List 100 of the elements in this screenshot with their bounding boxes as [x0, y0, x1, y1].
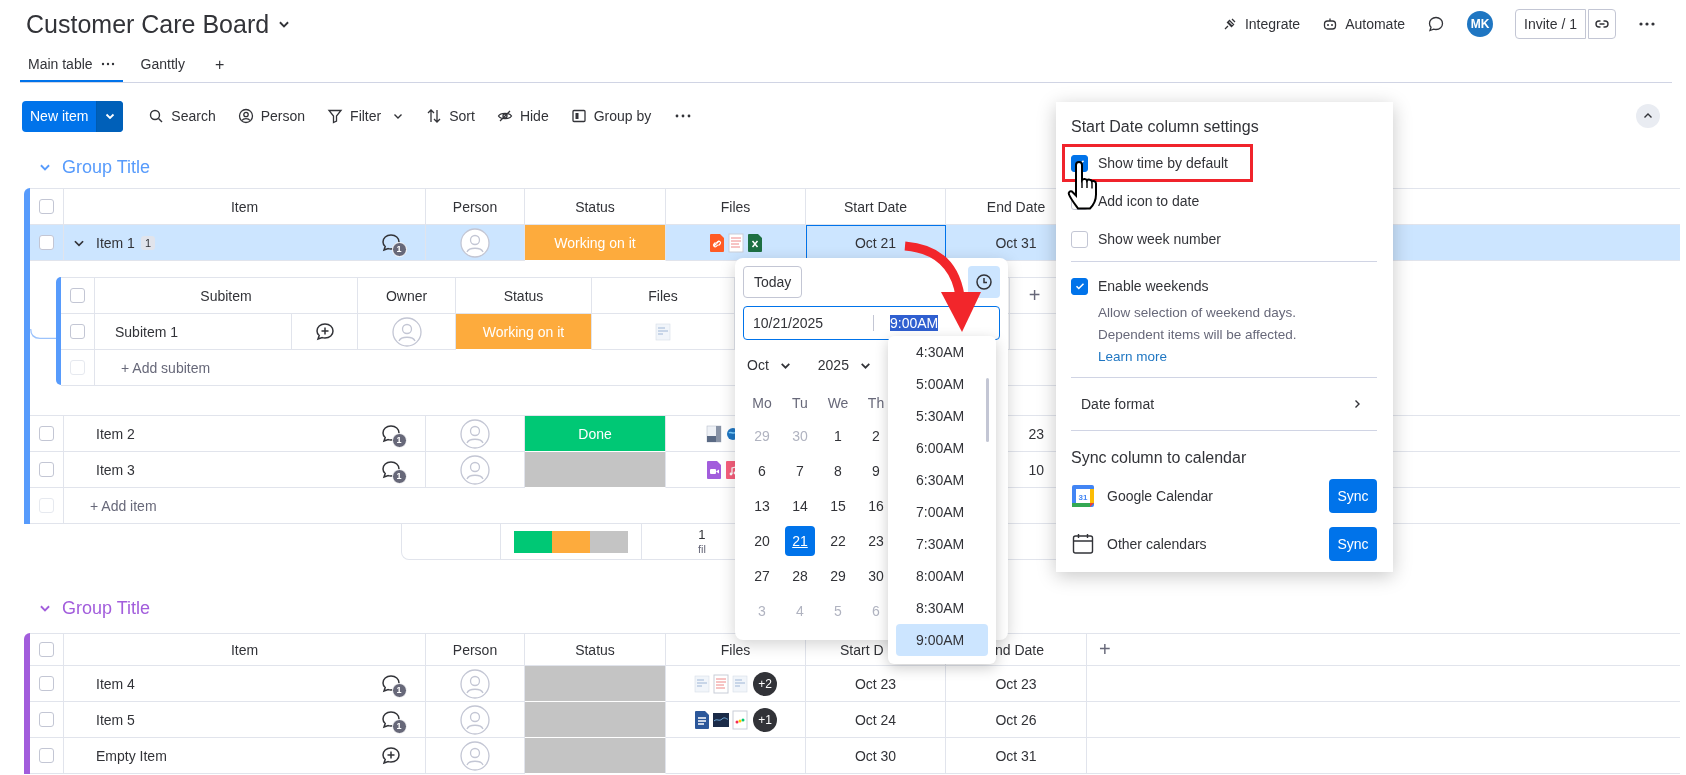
view-tab[interactable]: Ganttly — [132, 48, 193, 82]
column-header[interactable]: Files — [648, 287, 678, 304]
column-header[interactable]: Start Date — [844, 198, 907, 215]
item-name[interactable]: Item 3 — [96, 461, 135, 478]
time-option[interactable]: 7:30AM — [896, 528, 988, 560]
sync-button[interactable]: Sync — [1329, 527, 1377, 561]
item-name[interactable]: Item 1 — [96, 234, 135, 251]
calendar-name: Google Calendar — [1107, 488, 1214, 504]
time-option[interactable]: 8:30AM — [896, 592, 988, 624]
today-button[interactable]: Today — [743, 266, 803, 298]
more-files-count[interactable]: +2 — [753, 671, 777, 696]
add-column-button[interactable]: + — [1028, 284, 1041, 307]
calendar-day[interactable]: 21 — [785, 525, 815, 556]
time-option[interactable]: 7:00AM — [896, 496, 988, 528]
column-header[interactable]: Files — [720, 198, 751, 215]
calendar-day[interactable]: 15 — [823, 490, 853, 521]
more-files-count[interactable]: +1 — [753, 707, 777, 732]
column-header[interactable]: End Date — [986, 198, 1046, 215]
option-description: Allow selection of weekend days. Dependent items will be affected. — [1098, 304, 1298, 344]
month-select[interactable]: Oct — [743, 357, 792, 373]
option-label[interactable]: Show time by default — [1098, 155, 1228, 171]
column-header[interactable]: Item — [230, 641, 259, 658]
option-label[interactable]: Add icon to date — [1098, 193, 1200, 209]
option-label[interactable]: Show week number — [1098, 231, 1221, 247]
column-header[interactable]: Owner — [385, 287, 428, 304]
calendar-day[interactable]: 16 — [861, 490, 891, 521]
column-header[interactable]: Start D — [840, 641, 884, 658]
item-name[interactable]: Item 4 — [96, 675, 135, 692]
item-name[interactable]: Empty Item — [96, 747, 167, 764]
learn-more-link[interactable]: Learn more — [1098, 346, 1168, 368]
subitem-name[interactable]: Subitem 1 — [115, 323, 179, 340]
integrate-button[interactable]: Integrate — [1221, 16, 1301, 32]
add-subitem-button[interactable]: + Add subitem — [121, 359, 211, 376]
item-name[interactable]: Item 2 — [96, 425, 135, 442]
date-text: Oct 26 — [995, 711, 1037, 728]
calendar-day[interactable]: 20 — [747, 525, 777, 556]
calendar-day[interactable]: 1 — [823, 420, 853, 451]
weekday-label: Th — [867, 395, 885, 411]
calendar-day[interactable]: 22 — [823, 525, 853, 556]
column-header[interactable]: Status — [575, 198, 615, 215]
calendar-day[interactable]: 29 — [823, 560, 853, 591]
calendar-app-icon: 31 — [1071, 484, 1095, 508]
column-header[interactable]: Files — [720, 641, 751, 658]
option-label[interactable]: Enable weekends — [1098, 278, 1209, 294]
item-name[interactable]: Item 5 — [96, 711, 135, 728]
calendar-day[interactable]: 13 — [747, 490, 777, 521]
person-button[interactable]: Person — [228, 100, 315, 132]
group-title[interactable]: Group Title — [62, 597, 151, 619]
calendar-day[interactable]: 28 — [785, 560, 815, 591]
time-option[interactable]: 6:30AM — [896, 464, 988, 496]
time-option[interactable]: 5:30AM — [896, 400, 988, 432]
update-count: 1 — [391, 468, 407, 484]
column-header[interactable]: Subitem — [200, 287, 252, 304]
calendar-day[interactable]: 9 — [861, 455, 891, 486]
time-option[interactable]: 9:00AM — [896, 624, 988, 656]
files-summary: 1 fil — [698, 527, 706, 556]
column-header[interactable]: nd Date — [994, 641, 1044, 658]
hide-button[interactable]: Hide — [487, 100, 558, 132]
table-row[interactable]: Empty Item Oct 30 Oct 31 — [30, 738, 1680, 774]
column-header[interactable]: Item — [230, 198, 259, 215]
invite-button[interactable]: Invite / 1 — [1515, 9, 1586, 39]
date-text: Oct 31 — [995, 234, 1037, 251]
calendar-day[interactable]: 8 — [823, 455, 853, 486]
view-tab[interactable]: Main table — [20, 48, 123, 82]
column-header[interactable]: Person — [452, 198, 498, 215]
calendar-day[interactable]: 27 — [747, 560, 777, 591]
table-row[interactable]: Item 5 1 +1 Oct 24 Oct 26 — [30, 702, 1680, 738]
calendar-day[interactable]: 2 — [861, 420, 891, 451]
calendar-day[interactable]: 7 — [785, 455, 815, 486]
new-item-button[interactable]: New item — [22, 100, 124, 132]
calendar-day[interactable]: 14 — [785, 490, 815, 521]
search-button[interactable]: Search — [139, 100, 225, 132]
user-avatar[interactable]: MK — [1467, 11, 1494, 37]
date-text: 10 — [1028, 461, 1044, 478]
group-button[interactable]: Group by — [561, 100, 661, 132]
automate-button[interactable]: Automate — [1322, 16, 1406, 32]
weekday-label: Mo — [752, 395, 772, 411]
time-option[interactable]: 8:00AM — [896, 560, 988, 592]
add-column-button[interactable]: + — [1099, 638, 1111, 661]
column-header[interactable]: Status — [575, 641, 615, 658]
year-select[interactable]: 2025 — [813, 357, 872, 373]
subitem-count[interactable]: 1 — [140, 235, 156, 250]
sync-button[interactable]: Sync — [1329, 479, 1377, 513]
column-header[interactable]: Status — [503, 287, 544, 304]
time-option[interactable]: 6:00AM — [896, 432, 988, 464]
filter-button[interactable]: Filter — [318, 100, 414, 132]
column-header[interactable]: Person — [452, 641, 498, 658]
sort-button[interactable]: Sort — [417, 100, 484, 132]
calendar-day[interactable]: 6 — [747, 455, 777, 486]
time-option[interactable]: 5:00AM — [896, 368, 988, 400]
board-title: Customer Care Board — [26, 9, 270, 39]
calendar-day[interactable]: 23 — [861, 525, 891, 556]
date-text: Oct 23 — [995, 675, 1037, 692]
add-view-button[interactable]: + — [202, 48, 237, 82]
table-row[interactable]: Item 4 1 +2 Oct 23 Oct 23 — [30, 666, 1680, 702]
calendar-day[interactable]: 30 — [861, 560, 891, 591]
date-format-row[interactable]: Date format — [1071, 378, 1377, 430]
date-text: Oct 31 — [995, 747, 1037, 764]
date-text: Oct 21 — [854, 234, 897, 251]
add-item-button[interactable]: + Add item — [90, 497, 157, 514]
